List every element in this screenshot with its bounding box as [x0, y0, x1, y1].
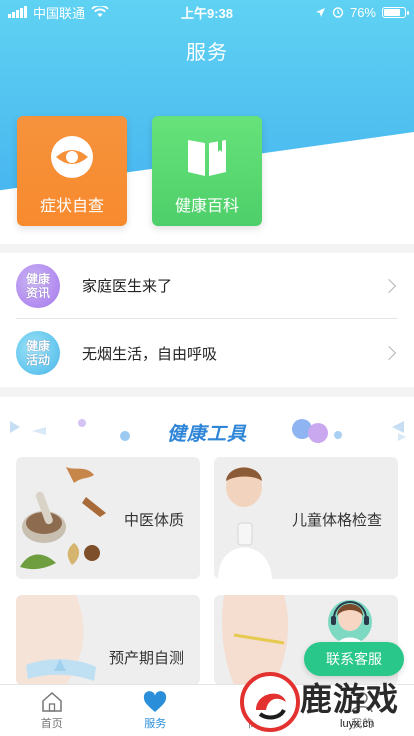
- symptom-check-button[interactable]: 症状自查: [17, 116, 127, 226]
- wifi-icon: [91, 6, 109, 17]
- health-news-badge: 健康 资讯: [16, 263, 60, 308]
- customer-service-avatar[interactable]: [322, 592, 378, 648]
- pregnancy-image: [16, 595, 96, 685]
- child-image: [218, 467, 272, 579]
- battery-percent: 76%: [349, 4, 376, 20]
- health-encyclopedia-button[interactable]: 健康百科: [152, 116, 262, 226]
- tcm-constitution-card[interactable]: 中医体质: [16, 457, 200, 579]
- news-title: 家庭医生来了: [82, 278, 173, 295]
- herbs-image: [20, 467, 106, 570]
- tab-home-label: 首页: [40, 717, 63, 730]
- tools-title: 健康工具: [166, 424, 247, 445]
- due-date-label: 预产期自测: [108, 650, 184, 667]
- news-list: 健康 资讯 家庭医生来了 健康 活动 无烟生活，自由呼吸: [0, 253, 414, 387]
- watermark: 鹿游戏 luyx.cn: [238, 668, 414, 736]
- tcm-constitution-label: 中医体质: [123, 512, 184, 529]
- symptom-check-label: 症状自查: [39, 198, 104, 215]
- status-bar: 中国联通 上午9:38 76%: [0, 0, 414, 24]
- watermark-text: 鹿游戏: [300, 681, 400, 717]
- alarm-icon: [332, 7, 344, 18]
- home-icon: [42, 691, 62, 712]
- chevron-right-icon: [381, 278, 397, 293]
- tab-service-label: 服务: [144, 717, 167, 730]
- signal-icon: [8, 6, 27, 18]
- tab-service[interactable]: 服务: [104, 685, 208, 736]
- carrier-label: 中国联通: [33, 5, 86, 21]
- chevron-right-icon: [381, 345, 397, 361]
- page-title: 服务: [186, 42, 228, 64]
- health-activity-badge: 健康 活动: [16, 331, 60, 375]
- health-encyclopedia-label: 健康百科: [174, 198, 239, 215]
- location-icon: [315, 7, 325, 17]
- child-exam-label: 儿童体格检查: [291, 512, 382, 529]
- tab-home[interactable]: 首页: [0, 685, 104, 736]
- watermark-url: luyx.cn: [340, 718, 375, 730]
- due-date-card[interactable]: 预产期自测: [16, 595, 200, 685]
- eye-icon: [49, 134, 95, 180]
- watermark-logo-icon: [240, 672, 300, 732]
- battery-icon: [382, 6, 409, 18]
- news-item[interactable]: 健康 资讯 家庭医生来了: [16, 253, 398, 319]
- status-time: 上午9:38: [180, 5, 234, 21]
- news-item[interactable]: 健康 活动 无烟生活，自由呼吸: [16, 320, 398, 386]
- book-icon: [184, 134, 230, 180]
- heart-icon: [144, 690, 167, 712]
- news-title: 无烟生活，自由呼吸: [82, 345, 218, 363]
- child-exam-card[interactable]: 儿童体格检查: [214, 457, 398, 579]
